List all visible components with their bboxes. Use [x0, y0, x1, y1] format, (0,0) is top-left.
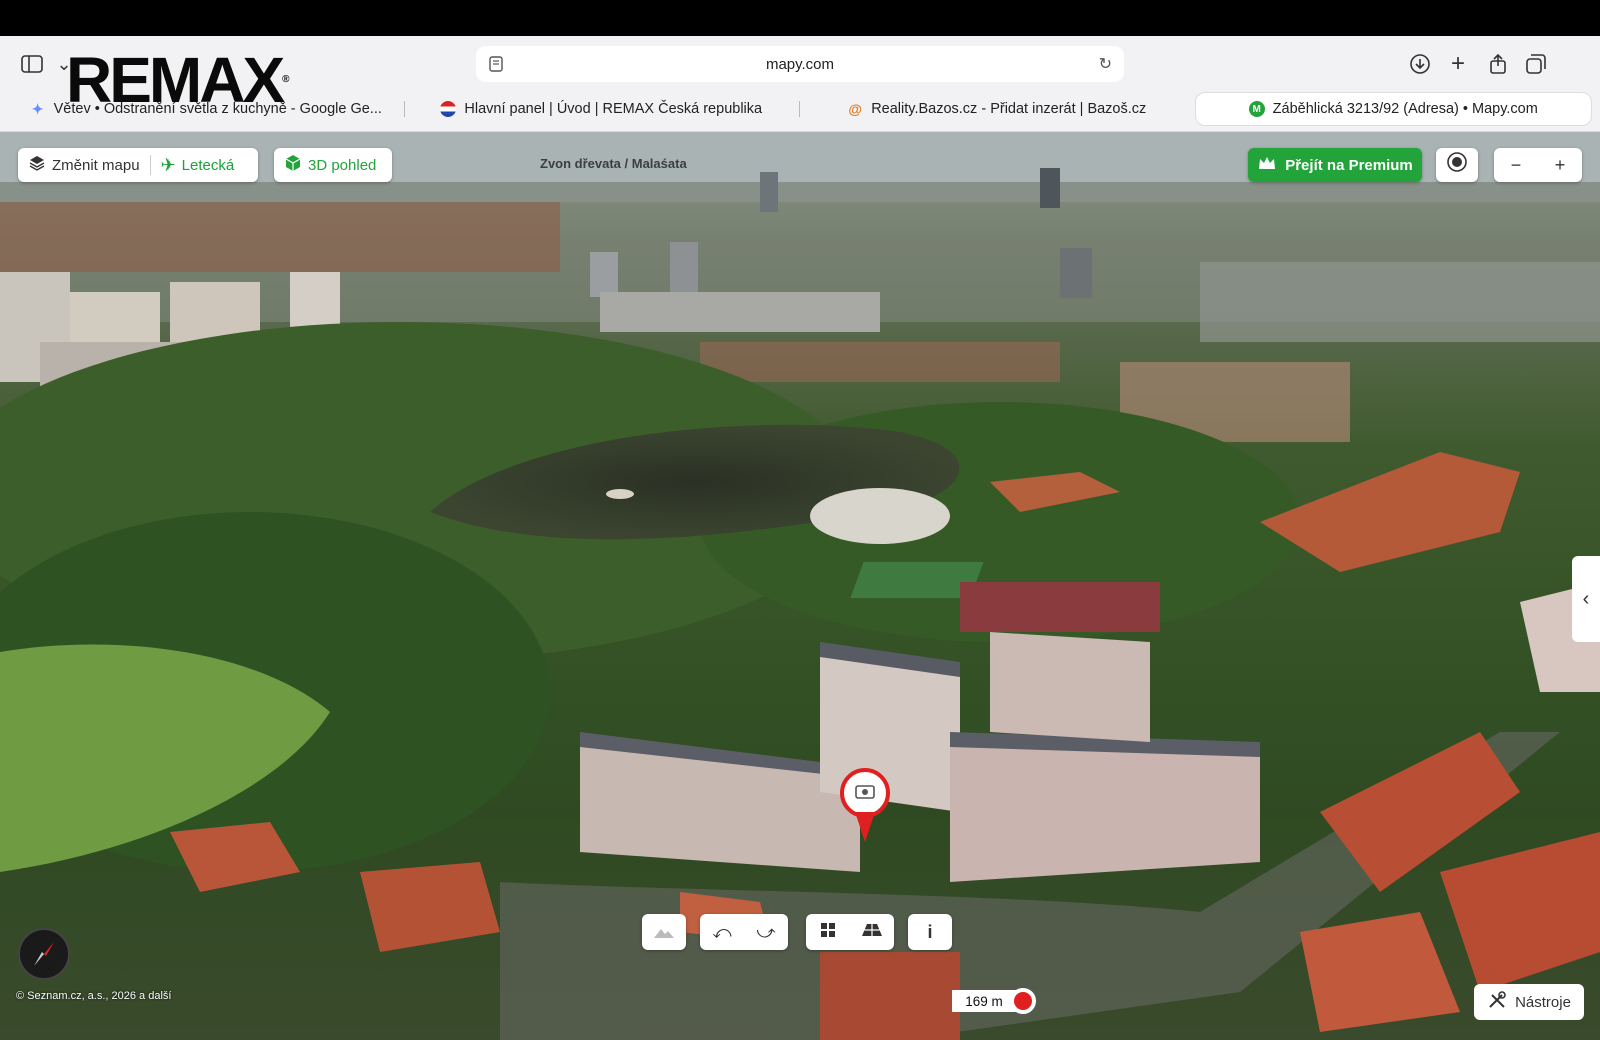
new-tab-icon[interactable]: +: [1444, 50, 1472, 78]
zoom-in-button[interactable]: +: [1538, 147, 1582, 183]
mapy-icon: M: [1248, 101, 1265, 117]
view-mode-controls: [806, 914, 894, 950]
share-icon[interactable]: [1484, 50, 1512, 78]
info-icon: i: [927, 921, 933, 942]
tabs-overview-icon[interactable]: [1522, 50, 1550, 78]
download-icon[interactable]: [1406, 50, 1434, 78]
compass-icon[interactable]: [18, 928, 70, 980]
minus-icon: −: [1510, 154, 1522, 175]
tab-remax[interactable]: Hlavní panel | Úvod | REMAX Česká republ…: [403, 92, 800, 126]
side-panel-toggle[interactable]: ‹: [1572, 556, 1600, 642]
zoom-controls: − +: [1494, 148, 1582, 182]
tab-label: Hlavní panel | Úvod | REMAX Česká republ…: [464, 101, 763, 117]
sidebar-icon[interactable]: [18, 50, 46, 78]
scale-bar: 169 m: [952, 990, 1016, 1012]
plane-icon: ✈: [160, 154, 176, 175]
copyright-text[interactable]: © Seznam.cz, a.s., 2026 a další: [16, 990, 171, 1002]
layers-icon: [28, 154, 46, 176]
top-bar: [0, 0, 1600, 36]
terrain-icon: [642, 914, 686, 950]
perspective-grid-icon: [861, 922, 883, 943]
reader-icon[interactable]: [488, 55, 504, 77]
crown-icon: [1257, 155, 1277, 175]
reload-icon[interactable]: ↻: [1099, 54, 1112, 74]
change-map-button[interactable]: Změnit mapu: [18, 148, 150, 182]
view-3d-button[interactable]: 3D pohled: [274, 148, 392, 182]
tools-icon: [1487, 990, 1507, 1014]
tab-label: Reality.Bazos.cz - Přidat inzerát | Bazo…: [871, 101, 1147, 117]
zoom-out-button[interactable]: −: [1494, 147, 1538, 183]
cube-icon: [284, 154, 302, 176]
url-text: mapy.com: [765, 55, 835, 73]
tools-button[interactable]: Nástroje: [1474, 984, 1584, 1020]
rotate-right-button[interactable]: ⤻: [744, 914, 788, 950]
locate-icon: [1446, 151, 1468, 179]
map-type-switcher: Změnit mapu ✈ Letecká: [18, 148, 258, 182]
aerial-3d-imagery: [0, 132, 1600, 1040]
tilt-button[interactable]: [642, 914, 686, 950]
remax-balloon-icon: [440, 101, 457, 117]
info-button[interactable]: i: [908, 914, 952, 950]
tab-label: Záběhlická 3213/92 (Adresa) • Mapy.com: [1272, 101, 1538, 117]
pin-tail: [855, 812, 875, 842]
rotate-right-icon: ⤻: [756, 921, 776, 942]
bazos-icon: @: [848, 101, 863, 117]
plus-icon: +: [1554, 154, 1566, 175]
top-view-button[interactable]: [806, 914, 850, 950]
place-label: Zvon dřevata / Malaśata: [540, 156, 687, 171]
sparkle-icon: ✦: [31, 100, 44, 117]
locate-button[interactable]: [1436, 148, 1478, 182]
chevron-left-icon: ‹: [1582, 587, 1590, 610]
rotate-left-button[interactable]: ⤺: [700, 914, 744, 950]
aerial-button[interactable]: ✈ Letecká: [151, 148, 245, 182]
map-view[interactable]: Zvon dřevata / Malaśata Změnit mapu ✈ Le…: [0, 132, 1600, 1040]
tab-bazos[interactable]: @ Reality.Bazos.cz - Přidat inzerát | Ba…: [799, 92, 1195, 126]
perspective-view-button[interactable]: [850, 914, 894, 950]
premium-button[interactable]: Přejít na Premium: [1248, 148, 1422, 182]
address-bar[interactable]: mapy.com ↻: [476, 46, 1124, 82]
remax-watermark: REMAX®: [66, 44, 290, 116]
rotate-controls: ⤺ ⤻: [700, 914, 788, 950]
scale-marker: [1010, 988, 1036, 1014]
grid-icon: [820, 922, 836, 943]
location-pin[interactable]: [840, 768, 890, 818]
rotate-left-icon: ⤺: [712, 921, 732, 942]
tab-mapy[interactable]: M Záběhlická 3213/92 (Adresa) • Mapy.com: [1194, 92, 1592, 126]
photo-icon: [855, 783, 875, 804]
